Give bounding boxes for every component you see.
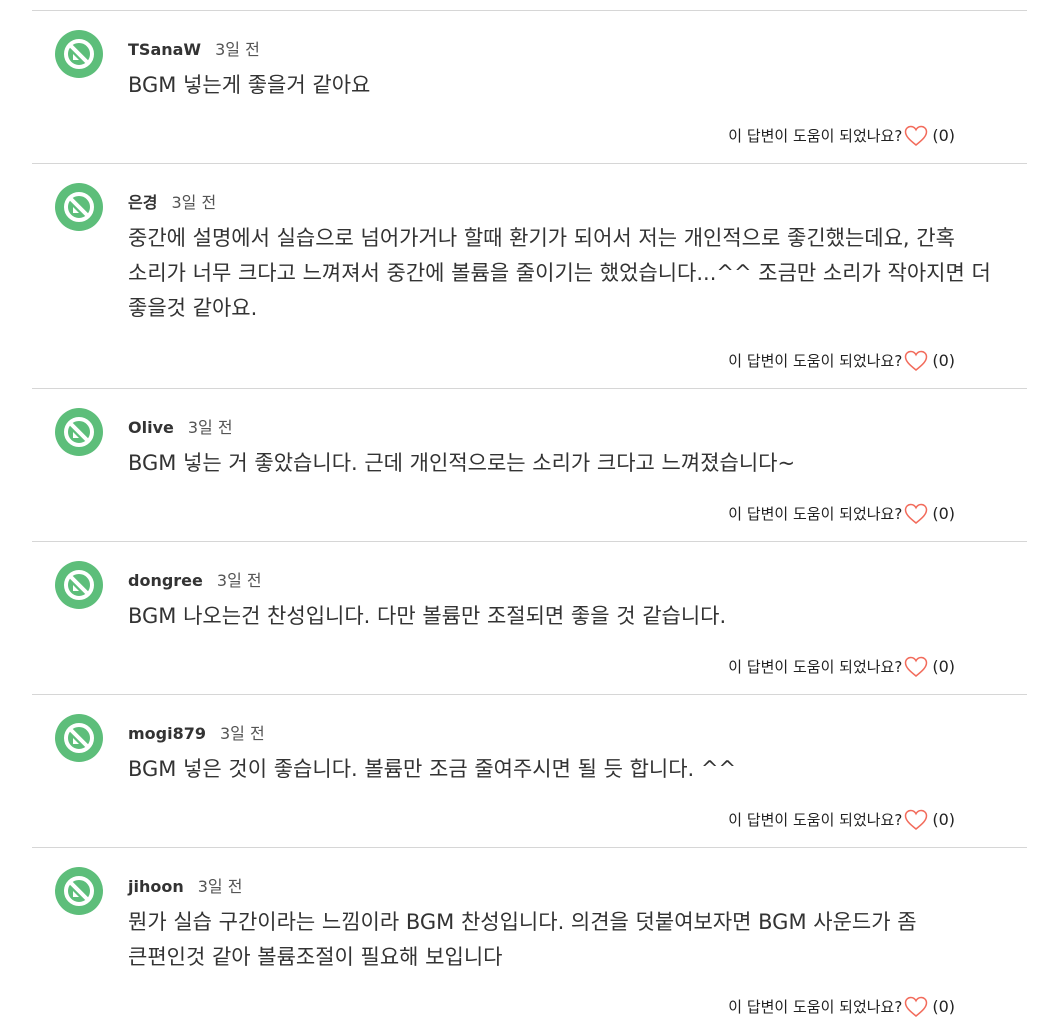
comment-body: BGM 넣은 것이 좋습니다. 볼륨만 조금 줄여주시면 될 듯 합니다. ^^ [128,757,737,781]
heart-outline-icon[interactable] [904,503,928,525]
comment-author[interactable]: dongree [128,571,203,590]
no-image-user-icon [64,192,94,222]
user-avatar[interactable] [55,183,103,231]
comment-meta: mogi879 3일 전 [128,723,265,745]
comment-item: dongree 3일 전 BGM 나오는건 찬성입니다. 다만 볼륨만 조절되면 … [32,541,1027,695]
comment-author[interactable]: TSanaW [128,40,201,59]
helpful-row: 이 답변이 도움이 되었나요? (0) [728,807,955,833]
comment-item: 은경 3일 전 중간에 설명에서 실습으로 넘어가거나 할때 환기가 되어서 저는… [32,163,1027,389]
helpful-label: 이 답변이 도움이 되었나요? [728,811,903,829]
comment-meta: TSanaW 3일 전 [128,39,260,61]
comment-body: BGM 넣는 거 좋았습니다. 근데 개인적으로는 소리가 크다고 느껴졌습니다… [128,451,796,475]
comment-author[interactable]: 은경 [128,193,157,212]
heart-outline-icon[interactable] [904,809,928,831]
helpful-count: (0) [932,351,955,370]
comment-time: 3일 전 [187,418,233,437]
comment-item: TSanaW 3일 전 BGM 넣는게 좋을거 같아요 이 답변이 도움이 되었나… [32,10,1027,164]
heart-outline-icon[interactable] [904,996,928,1018]
helpful-row: 이 답변이 도움이 되었나요? (0) [728,654,955,680]
helpful-count: (0) [932,810,955,829]
comment-body: 뭔가 실습 구간이라는 느낌이라 BGM 찬성입니다. 의견을 덧붙여보자면 B… [128,910,917,969]
comment-time: 3일 전 [197,877,243,896]
heart-outline-icon[interactable] [904,656,928,678]
heart-outline-icon[interactable] [904,125,928,147]
user-avatar[interactable] [55,561,103,609]
helpful-row: 이 답변이 도움이 되었나요? (0) [728,994,955,1020]
comment-author[interactable]: mogi879 [128,724,206,743]
helpful-count: (0) [932,126,955,145]
no-image-user-icon [64,417,94,447]
helpful-row: 이 답변이 도움이 되었나요? (0) [728,123,955,149]
helpful-count: (0) [932,504,955,523]
comment-author[interactable]: Olive [128,418,174,437]
comment-time: 3일 전 [171,193,217,212]
comment-body: 중간에 설명에서 실습으로 넘어가거나 할때 환기가 되어서 저는 개인적으로 … [128,226,991,320]
comment-item: jihoon 3일 전 뭔가 실습 구간이라는 느낌이라 BGM 찬성입니다. 의… [32,847,1027,1025]
no-image-user-icon [64,570,94,600]
helpful-count: (0) [932,997,955,1016]
helpful-label: 이 답변이 도움이 되었나요? [728,505,903,523]
comment-meta: jihoon 3일 전 [128,876,242,898]
comment-time: 3일 전 [215,40,260,59]
comment-body: BGM 나오는건 찬성입니다. 다만 볼륨만 조절되면 좋을 것 같습니다. [128,604,727,628]
user-avatar[interactable] [55,867,103,915]
no-image-user-icon [64,723,94,753]
helpful-label: 이 답변이 도움이 되었나요? [728,998,903,1016]
user-avatar[interactable] [55,714,103,762]
helpful-label: 이 답변이 도움이 되었나요? [728,127,903,145]
comment-item: mogi879 3일 전 BGM 넣은 것이 좋습니다. 볼륨만 조금 줄여주시면… [32,694,1027,848]
helpful-row: 이 답변이 도움이 되었나요? (0) [728,348,955,374]
comment-meta: Olive 3일 전 [128,417,233,439]
user-avatar[interactable] [55,408,103,456]
comment-item: Olive 3일 전 BGM 넣는 거 좋았습니다. 근데 개인적으로는 소리가 … [32,388,1027,542]
comment-meta: 은경 3일 전 [128,192,216,214]
comment-author[interactable]: jihoon [128,877,184,896]
no-image-user-icon [64,39,94,69]
comment-meta: dongree 3일 전 [128,570,262,592]
comment-time: 3일 전 [216,571,262,590]
helpful-label: 이 답변이 도움이 되었나요? [728,352,903,370]
comment-time: 3일 전 [220,724,265,743]
user-avatar[interactable] [55,30,103,78]
helpful-row: 이 답변이 도움이 되었나요? (0) [728,501,955,527]
comment-body: BGM 넣는게 좋을거 같아요 [128,73,371,97]
helpful-count: (0) [932,657,955,676]
helpful-label: 이 답변이 도움이 되었나요? [728,658,903,676]
no-image-user-icon [64,876,94,906]
heart-outline-icon[interactable] [904,350,928,372]
